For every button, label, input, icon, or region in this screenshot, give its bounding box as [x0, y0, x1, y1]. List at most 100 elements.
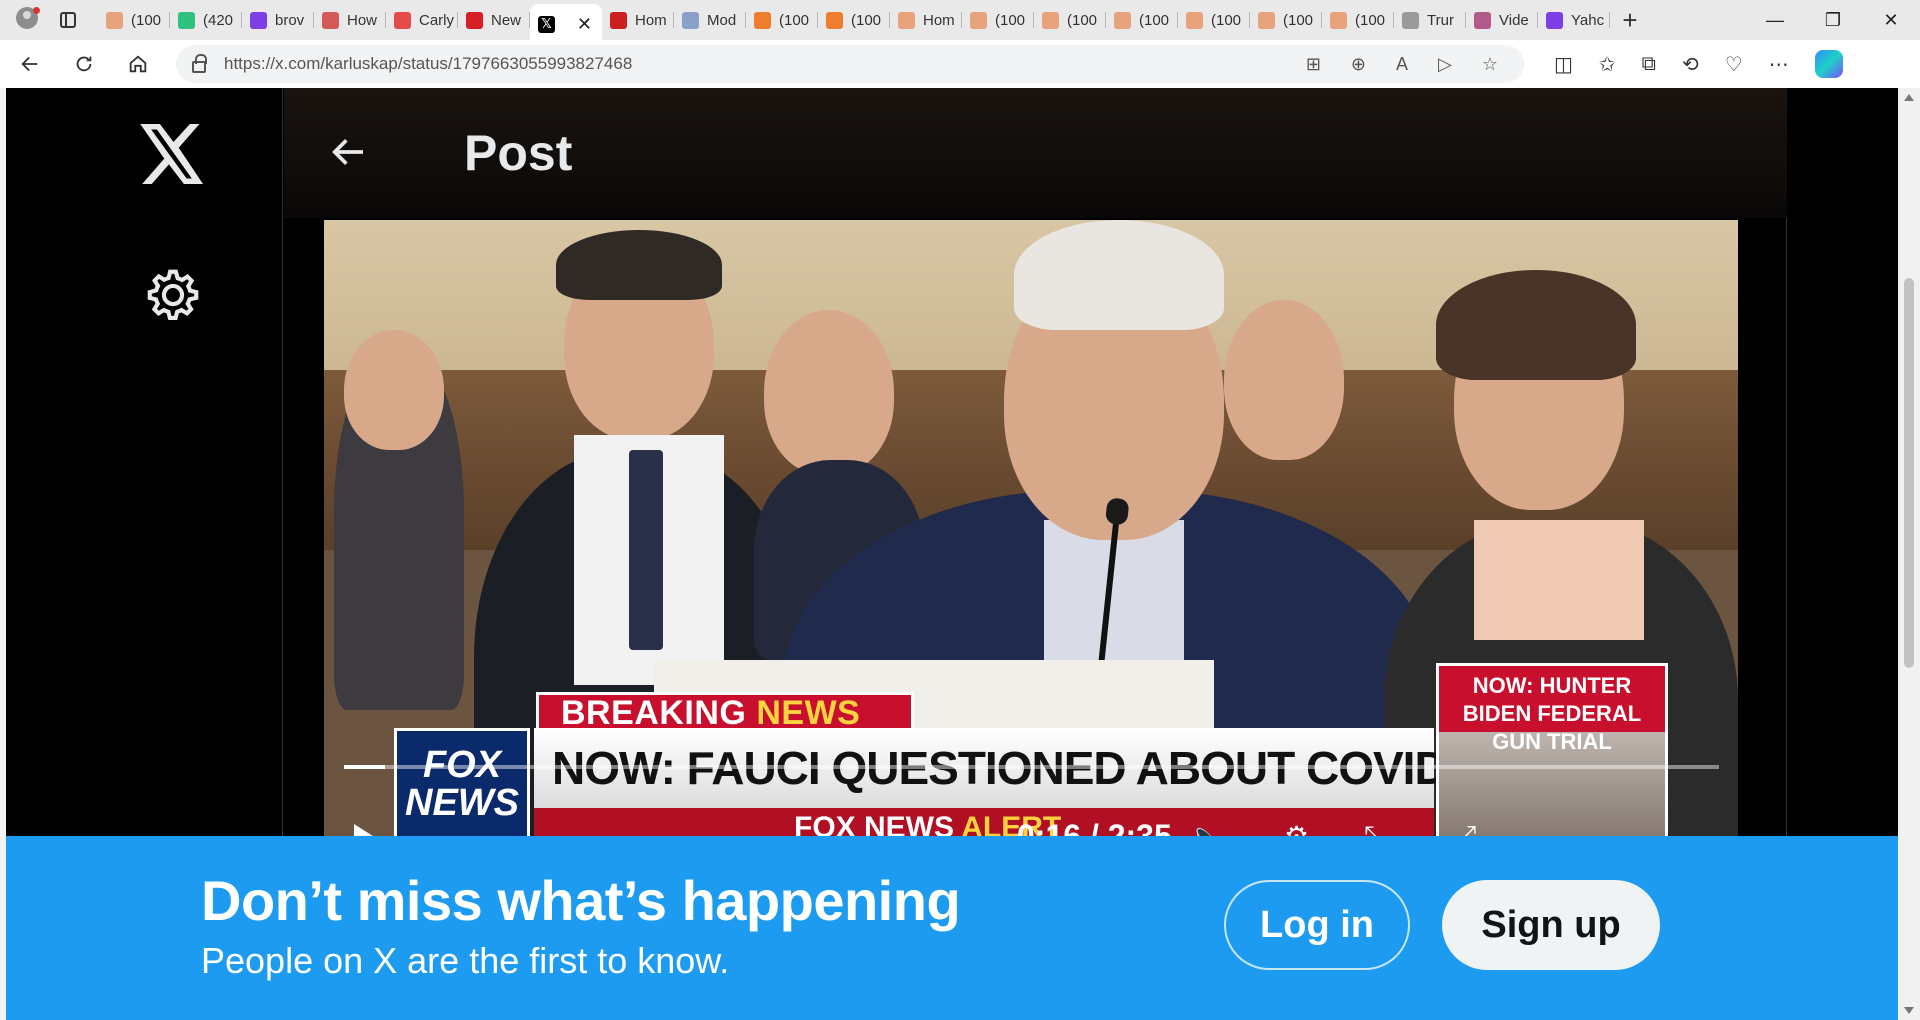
browser-tab[interactable]: (100 [746, 4, 818, 36]
video-figure [1474, 520, 1644, 640]
collections-icon[interactable]: ⧉ [1642, 53, 1656, 76]
login-button[interactable]: Log in [1224, 880, 1410, 970]
immersive-reader-icon[interactable]: ▷ [1438, 54, 1452, 75]
bookmark-icon [898, 11, 915, 29]
restore-button[interactable]: ❐ [1804, 0, 1862, 40]
copilot-icon[interactable] [1814, 50, 1843, 78]
video-progress-fill [344, 765, 386, 769]
browser-tab[interactable]: New [458, 4, 530, 36]
favorites-icon[interactable]: ✩ [1599, 52, 1616, 77]
news-text: NEWS [756, 693, 861, 732]
browser-tab-label: How [347, 11, 378, 29]
performance-icon[interactable]: ♡ [1725, 52, 1743, 77]
address-bar[interactable]: https://x.com/karluskap/status/179766305… [176, 45, 1524, 83]
scroll-down-icon[interactable] [1904, 1007, 1914, 1014]
bookmark-icon [1186, 11, 1203, 29]
browser-tab-label: (100 [779, 11, 810, 29]
browser-tab-label: (100 [1139, 11, 1170, 29]
address-bar-actions: ⊞ ⊕ A ▷ ☆ [1306, 54, 1498, 75]
page-icon [1402, 11, 1419, 29]
browser-tab-label: (100 [995, 11, 1026, 29]
browser-tab[interactable]: Yahc [1538, 4, 1610, 36]
tab-actions-button[interactable] [38, 0, 98, 40]
minimize-button[interactable]: — [1746, 0, 1804, 40]
browser-tab-label: (100 [1355, 11, 1386, 29]
tab-list: (100 (420 brov How Carly New 𝕏 ✕ Hom Mod (100 (100 H… [98, 0, 1610, 40]
split-screen-icon[interactable]: ◫ [1554, 52, 1573, 77]
browser-tab[interactable]: How [314, 4, 386, 36]
url-text[interactable]: https://x.com/karluskap/status/179766305… [224, 54, 632, 74]
browser-tab[interactable]: Trur [1394, 4, 1466, 36]
browser-tab-label: Hom [923, 11, 955, 29]
x-logo-icon[interactable] [138, 124, 208, 184]
close-window-button[interactable]: ✕ [1862, 0, 1920, 40]
close-tab-icon[interactable]: ✕ [577, 14, 592, 35]
browser-tab[interactable]: Hom [890, 4, 962, 36]
bookmark-icon [1258, 11, 1275, 29]
browser-tab[interactable]: brov [242, 4, 314, 36]
youtube-icon [394, 11, 411, 29]
x-icon: 𝕏 [538, 15, 555, 33]
home-button[interactable] [114, 44, 162, 84]
apps-icon[interactable]: ⊞ [1306, 54, 1321, 75]
bi-icon [322, 11, 339, 29]
browser-tab[interactable]: Carly [386, 4, 458, 36]
scroll-up-icon[interactable] [1904, 94, 1914, 101]
history-icon[interactable]: ⟲ [1682, 52, 1699, 77]
favorite-star-icon[interactable]: ☆ [1482, 54, 1498, 75]
read-aloud-icon[interactable]: A [1396, 54, 1408, 75]
video-figure [1436, 270, 1636, 380]
window-controls: — ❐ ✕ [1746, 0, 1920, 40]
g-icon [178, 11, 195, 29]
browser-tab[interactable]: (420 [170, 4, 242, 36]
notification-dot [33, 7, 40, 14]
video-figure [556, 230, 722, 300]
browser-tab[interactable]: (100 [1250, 4, 1322, 36]
refresh-button[interactable] [60, 44, 108, 84]
browser-tab[interactable]: (100 [1034, 4, 1106, 36]
signup-button[interactable]: Sign up [1442, 880, 1660, 970]
post-header: Post [284, 88, 1787, 218]
video-progress-bar[interactable] [344, 765, 1719, 769]
breaking-text: BREAKING [561, 693, 747, 732]
zoom-icon[interactable]: ⊕ [1351, 54, 1366, 75]
gear-icon[interactable] [142, 264, 204, 326]
scrollbar-thumb[interactable] [1904, 278, 1914, 668]
browser-toolbar: https://x.com/karluskap/status/179766305… [0, 40, 1920, 88]
bookmark-icon [826, 11, 843, 29]
browser-tab-label: Hom [635, 11, 667, 29]
more-menu-icon[interactable]: ⋯ [1769, 52, 1789, 77]
browser-tab[interactable]: (100 [98, 4, 170, 36]
banner-title: Don’t miss what’s happening [201, 869, 961, 932]
bookmark-icon [754, 11, 771, 29]
back-arrow-icon[interactable] [328, 132, 368, 172]
browser-tab[interactable]: (100 [1106, 4, 1178, 36]
browser-tab-label: Mod [707, 11, 737, 29]
page-scrollbar[interactable] [1898, 88, 1920, 1020]
new-tab-button[interactable]: + [1610, 0, 1650, 40]
video-figure [1224, 300, 1344, 460]
video-figure [764, 310, 894, 475]
star-icon [1474, 11, 1491, 29]
browser-tools: ◫ ✩ ⧉ ⟲ ♡ ⋯ [1554, 50, 1843, 78]
r-icon [466, 11, 483, 29]
browser-tab[interactable]: Hom [602, 4, 674, 36]
browser-tab-strip: (100 (420 brov How Carly New 𝕏 ✕ Hom Mod (100 (100 H… [0, 0, 1920, 40]
browser-tab[interactable]: Vide [1466, 4, 1538, 36]
browser-tab-label: Carly [419, 11, 455, 29]
video-player[interactable]: BREAKING NEWS FOX NEWS NOW: FAUCI QUESTI… [324, 220, 1738, 920]
browser-tab[interactable]: (100 [1178, 4, 1250, 36]
browser-tab-label: Yahc [1571, 11, 1605, 29]
lock-icon [192, 54, 207, 73]
back-button[interactable] [6, 44, 54, 84]
browser-tab[interactable]: (100 [818, 4, 890, 36]
signup-banner: Don’t miss what’s happening People on X … [6, 836, 1898, 1020]
browser-tab[interactable]: (100 [1322, 4, 1394, 36]
banner-subtitle: People on X are the first to know. [201, 940, 730, 981]
refresh-icon [76, 56, 92, 72]
browser-tab[interactable]: 𝕏 ✕ [530, 4, 602, 40]
browser-tab[interactable]: (100 [962, 4, 1034, 36]
bookmark-icon [970, 11, 987, 29]
browser-tab[interactable]: Mod [674, 4, 746, 36]
profile-avatar[interactable] [0, 0, 40, 40]
